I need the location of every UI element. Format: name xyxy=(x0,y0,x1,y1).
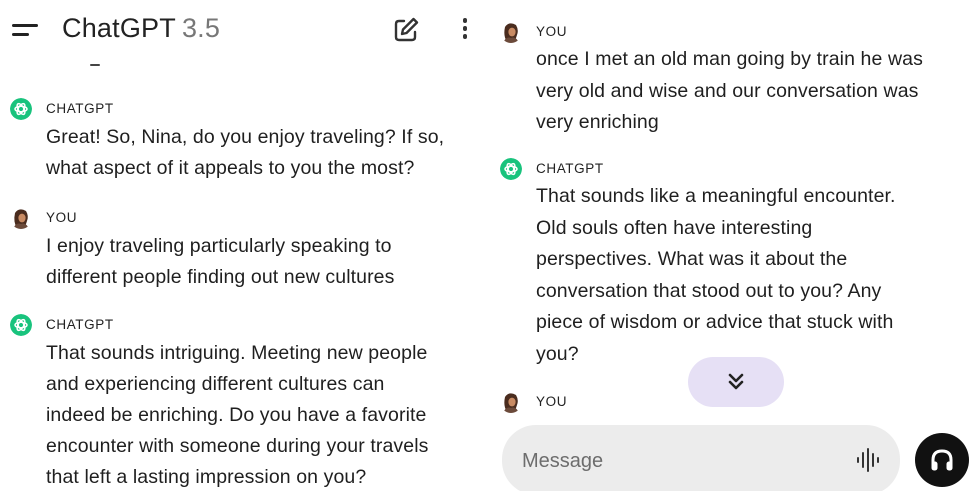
message-composer[interactable] xyxy=(502,425,900,491)
headphones-icon xyxy=(931,449,953,471)
message-text-line: once I met an old man going by train he … xyxy=(536,48,923,70)
user-photo-avatar xyxy=(500,21,522,43)
menu-icon[interactable] xyxy=(12,24,38,40)
edit-icon[interactable] xyxy=(392,16,420,44)
right-chat-panel: YOU once I met an old man going by train … xyxy=(488,0,970,491)
chatgpt-avatar xyxy=(10,98,32,120)
message-text-line: encounter with someone during your trave… xyxy=(46,435,429,457)
chatgpt-avatar xyxy=(500,158,522,180)
speaker-name: CHATGPT xyxy=(46,101,114,116)
message-text-line: you? xyxy=(536,342,579,365)
message-text-line: that left a lasting impression on you? xyxy=(46,466,367,488)
more-vert-icon[interactable] xyxy=(460,18,470,44)
message-text-line: and experiencing different cultures can xyxy=(46,373,385,395)
user-photo-avatar xyxy=(500,391,522,413)
user-avatar xyxy=(500,21,522,43)
chatgpt-avatar xyxy=(10,314,32,336)
message-text-line: very old and wise and our conversation w… xyxy=(536,79,919,102)
double-chevron-down-icon xyxy=(728,373,744,390)
message-input[interactable] xyxy=(520,445,824,477)
message-text-line: That sounds like a meaningful encounter. xyxy=(536,185,896,207)
message-text-line: I enjoy traveling particularly speaking … xyxy=(46,235,392,257)
message-text-line: indeed be enriching. Do you have a favor… xyxy=(46,404,427,426)
message-text-line: different people finding out new culture… xyxy=(46,266,395,288)
openai-logo-icon xyxy=(10,314,32,336)
voice-mode-button[interactable] xyxy=(915,433,969,487)
waveform-icon[interactable] xyxy=(854,447,884,473)
message-text-line: very enriching xyxy=(536,111,659,133)
model-version: 3.5 xyxy=(181,13,221,43)
message-text-line: perspectives. What was it about the xyxy=(536,248,848,270)
user-avatar xyxy=(500,391,522,413)
message-text-line: conversation that stood out to you? Any xyxy=(536,279,882,302)
scroll-down-button[interactable] xyxy=(688,357,784,407)
speaker-name: CHATGPT xyxy=(46,317,114,332)
openai-logo-icon xyxy=(500,158,522,180)
message-text-line: That sounds intriguing. Meeting new peop… xyxy=(46,342,428,364)
left-chat-panel: ChatGPT 3.5 CHATGPT Great! So, Nina, do yo… xyxy=(0,0,488,491)
app-header: ChatGPT 3.5 xyxy=(0,0,488,60)
message-text-line: piece of wisdom or advice that stuck wit… xyxy=(536,311,894,333)
speaker-name: CHATGPT xyxy=(536,161,604,176)
speaker-name: YOU xyxy=(536,24,568,39)
openai-logo-icon xyxy=(10,98,32,120)
clipped-previous-message xyxy=(46,58,166,72)
app-name: ChatGPT xyxy=(62,13,176,43)
message-text-line: what aspect of it appeals to you the mos… xyxy=(46,157,415,179)
speaker-name: YOU xyxy=(536,394,568,409)
user-photo-avatar xyxy=(10,207,32,229)
user-avatar xyxy=(10,207,32,229)
app-title[interactable]: ChatGPT 3.5 xyxy=(62,13,220,44)
message-text-line: Old souls often have interesting xyxy=(536,216,813,239)
message-text-line: Great! So, Nina, do you enjoy traveling?… xyxy=(46,126,445,148)
speaker-name: YOU xyxy=(46,210,78,225)
